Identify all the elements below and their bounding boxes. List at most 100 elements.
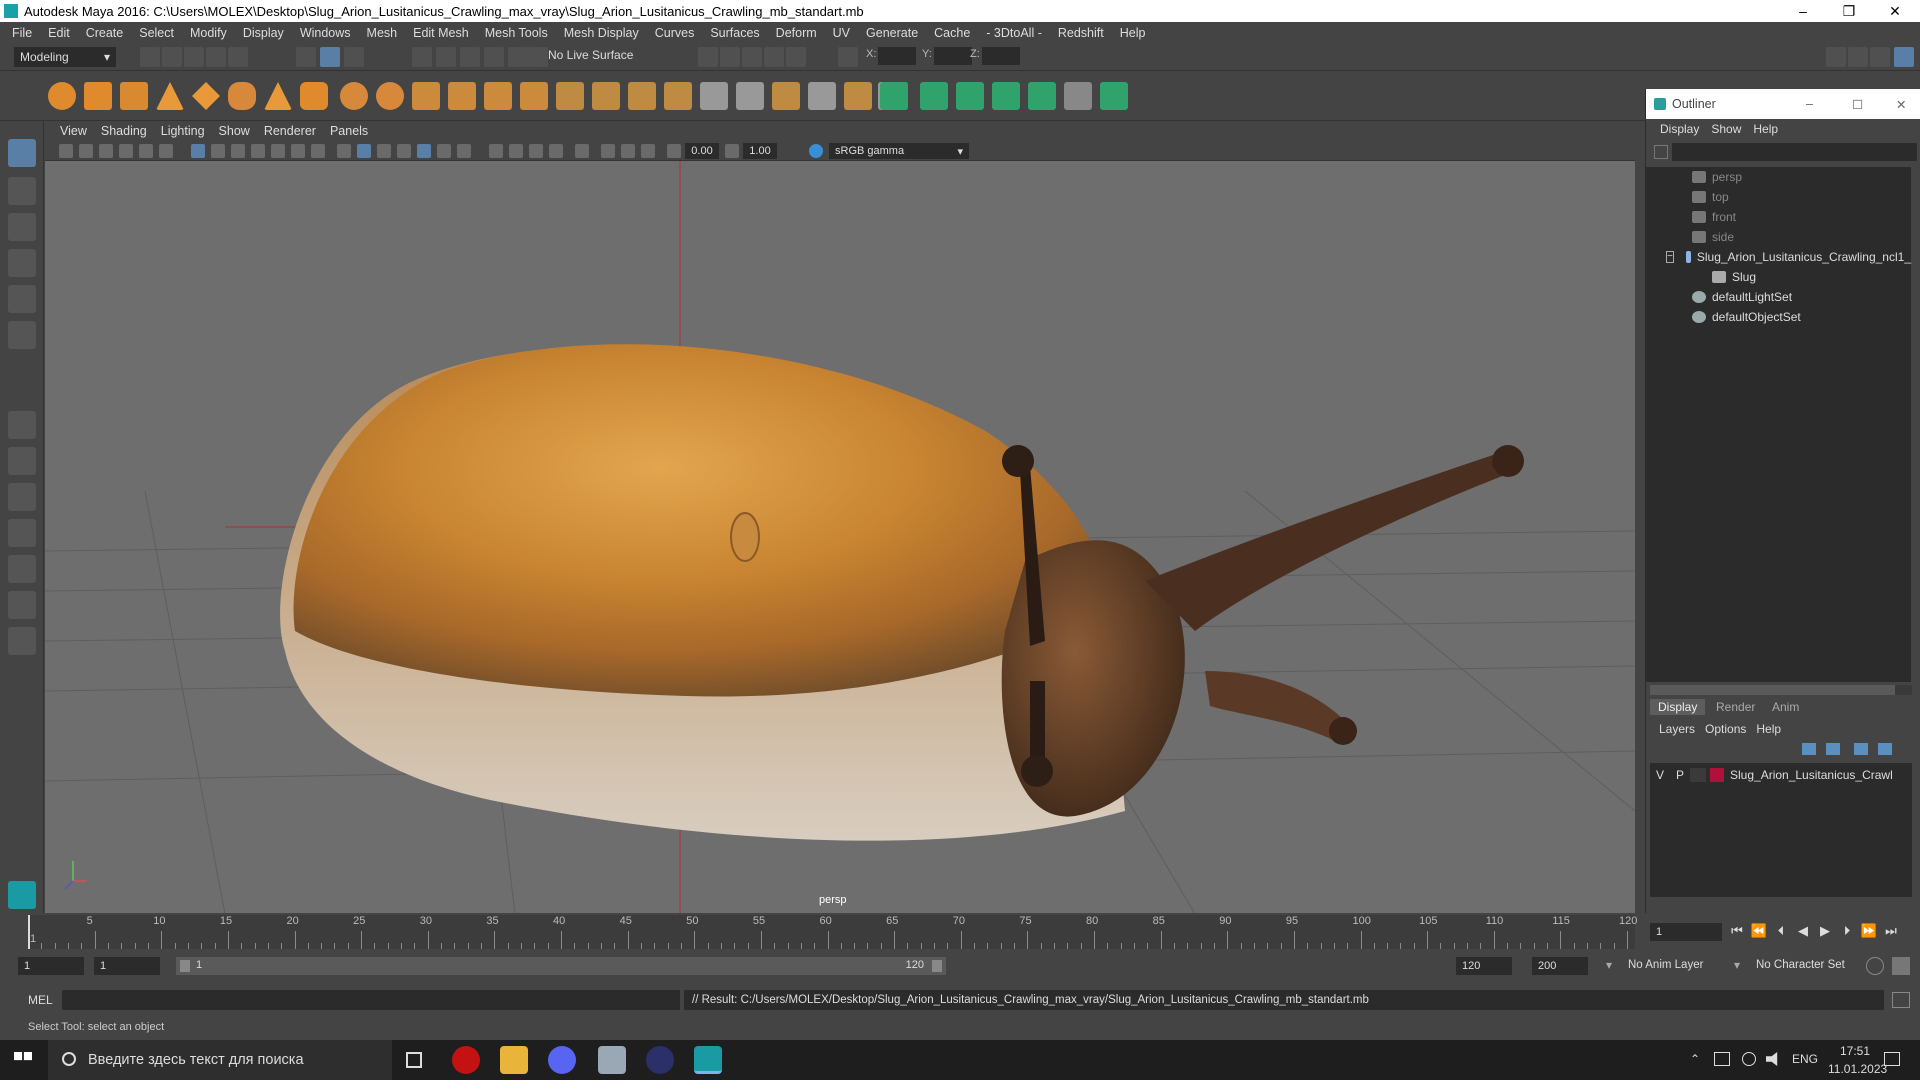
step-forward-key-icon[interactable]: ⏩: [1860, 923, 1878, 939]
task-view-icon[interactable]: [406, 1052, 422, 1068]
snap-point-icon[interactable]: [460, 47, 480, 67]
extrude-icon[interactable]: [592, 82, 620, 110]
render-view-icon[interactable]: [698, 47, 718, 67]
gamma-icon[interactable]: [725, 144, 739, 158]
color-space-select[interactable]: sRGB gamma ▾: [829, 143, 969, 159]
field-chart-icon[interactable]: [271, 144, 285, 158]
tab-display[interactable]: Display: [1650, 699, 1706, 715]
layer-menu-options[interactable]: Options: [1700, 722, 1751, 736]
layer-color-swatch[interactable]: [1710, 768, 1724, 782]
outliner-toggle-icon[interactable]: [1894, 47, 1914, 67]
cube-icon[interactable]: [84, 82, 112, 110]
maya-home-icon[interactable]: [8, 881, 36, 909]
minimize-button[interactable]: –: [1780, 0, 1826, 22]
start-icon[interactable]: [14, 1052, 32, 1061]
command-input[interactable]: [62, 990, 680, 1010]
menu-redshift[interactable]: Redshift: [1050, 26, 1112, 40]
ipr-render-icon[interactable]: [742, 47, 762, 67]
fill-hole-icon[interactable]: [772, 82, 800, 110]
maya-taskbar-icon[interactable]: [694, 1046, 722, 1074]
pyramid-icon[interactable]: [264, 82, 292, 110]
y-field[interactable]: [934, 47, 972, 65]
outliner-maximize-button[interactable]: ☐: [1852, 97, 1863, 112]
tab-render[interactable]: Render: [1708, 699, 1763, 715]
menu-uv[interactable]: UV: [825, 26, 858, 40]
outliner-menu-display[interactable]: Display: [1654, 122, 1705, 136]
maximize-button[interactable]: ❐: [1826, 0, 1872, 22]
script-language-label[interactable]: MEL: [28, 993, 53, 1007]
snap-curve-icon[interactable]: [436, 47, 456, 67]
outliner-item-side[interactable]: side: [1646, 227, 1911, 247]
vp-menu-panels[interactable]: Panels: [323, 124, 375, 138]
snap-surface-icon[interactable]: [508, 47, 528, 67]
outliner-minimize-button[interactable]: –: [1806, 97, 1813, 111]
film-gate-icon[interactable]: [211, 144, 225, 158]
extract-icon[interactable]: [412, 82, 440, 110]
menu-curves[interactable]: Curves: [647, 26, 703, 40]
new-scene-icon[interactable]: [140, 47, 160, 67]
slug-model[interactable]: [280, 344, 1524, 841]
lasso-tool-icon[interactable]: [8, 177, 36, 205]
vp-menu-renderer[interactable]: Renderer: [257, 124, 323, 138]
channel-box-icon[interactable]: [1870, 47, 1890, 67]
menu-windows[interactable]: Windows: [292, 26, 359, 40]
go-to-start-icon[interactable]: ⏮: [1728, 923, 1746, 939]
backface-icon[interactable]: [641, 144, 655, 158]
grid-icon[interactable]: [191, 144, 205, 158]
material-2-icon[interactable]: [920, 82, 948, 110]
tab-anim[interactable]: Anim: [1764, 699, 1807, 715]
layer-visibility-toggle[interactable]: V: [1650, 768, 1670, 782]
four-view-icon[interactable]: [8, 447, 36, 475]
layer-row[interactable]: V P Slug_Arion_Lusitanicus_Crawl: [1650, 765, 1912, 785]
torus-icon[interactable]: [228, 82, 256, 110]
go-to-end-icon[interactable]: ⏭: [1882, 923, 1900, 939]
outliner-menu-show[interactable]: Show: [1705, 122, 1747, 136]
redo-icon[interactable]: [228, 47, 248, 67]
bookmark-icon[interactable]: [99, 144, 113, 158]
color-management-icon[interactable]: [809, 144, 823, 158]
select-components-icon[interactable]: [344, 47, 364, 67]
render-settings-icon[interactable]: [764, 47, 784, 67]
outliner-item-front[interactable]: front: [1646, 207, 1911, 227]
safe-action-icon[interactable]: [291, 144, 305, 158]
screen-space-ao-icon[interactable]: [489, 144, 503, 158]
depth-of-field-icon[interactable]: [549, 144, 563, 158]
menu-surfaces[interactable]: Surfaces: [702, 26, 767, 40]
material-4-icon[interactable]: [992, 82, 1020, 110]
bevel-icon[interactable]: [556, 82, 584, 110]
use-all-lights-icon[interactable]: [437, 144, 451, 158]
pipe-icon[interactable]: [300, 82, 328, 110]
notification-icon[interactable]: [1884, 1052, 1900, 1066]
range-handle-right[interactable]: [932, 960, 942, 972]
clock-time[interactable]: 17:51: [1840, 1044, 1870, 1058]
x-field[interactable]: [878, 47, 916, 65]
clock-date[interactable]: 11.01.2023: [1828, 1062, 1887, 1076]
menu-modify[interactable]: Modify: [182, 26, 235, 40]
textured-icon[interactable]: [417, 144, 431, 158]
motion-blur-icon[interactable]: [509, 144, 523, 158]
modeling-toolkit-icon[interactable]: [1826, 47, 1846, 67]
menu-display[interactable]: Display: [235, 26, 292, 40]
dash-icon[interactable]: [8, 627, 36, 655]
current-frame-field[interactable]: 1: [1650, 923, 1722, 941]
isolate-select-icon[interactable]: [575, 144, 589, 158]
end-time-field[interactable]: 200: [1532, 957, 1588, 975]
wireframe-on-shaded-icon[interactable]: [377, 144, 391, 158]
exposure-field[interactable]: 1.00: [743, 143, 777, 159]
grease-pencil-icon[interactable]: [159, 144, 173, 158]
menu-deform[interactable]: Deform: [768, 26, 825, 40]
smooth-shade-icon[interactable]: [357, 144, 371, 158]
hypershade-layout-icon[interactable]: [8, 591, 36, 619]
persp-graph-icon[interactable]: [8, 555, 36, 583]
collapse-icon[interactable]: −: [1666, 251, 1674, 263]
xray-icon[interactable]: [397, 144, 411, 158]
snap-live-icon[interactable]: [528, 47, 548, 67]
side-by-side-icon[interactable]: [8, 483, 36, 511]
menu-cache[interactable]: Cache: [926, 26, 978, 40]
menu-mesh-display[interactable]: Mesh Display: [556, 26, 647, 40]
outliner-item-defaultlightset[interactable]: defaultLightSet: [1646, 287, 1911, 307]
scale-tool-icon[interactable]: [8, 321, 36, 349]
chevron-down-icon[interactable]: ▾: [1734, 958, 1740, 972]
append-icon[interactable]: [664, 82, 692, 110]
menu-mesh-tools[interactable]: Mesh Tools: [477, 26, 556, 40]
